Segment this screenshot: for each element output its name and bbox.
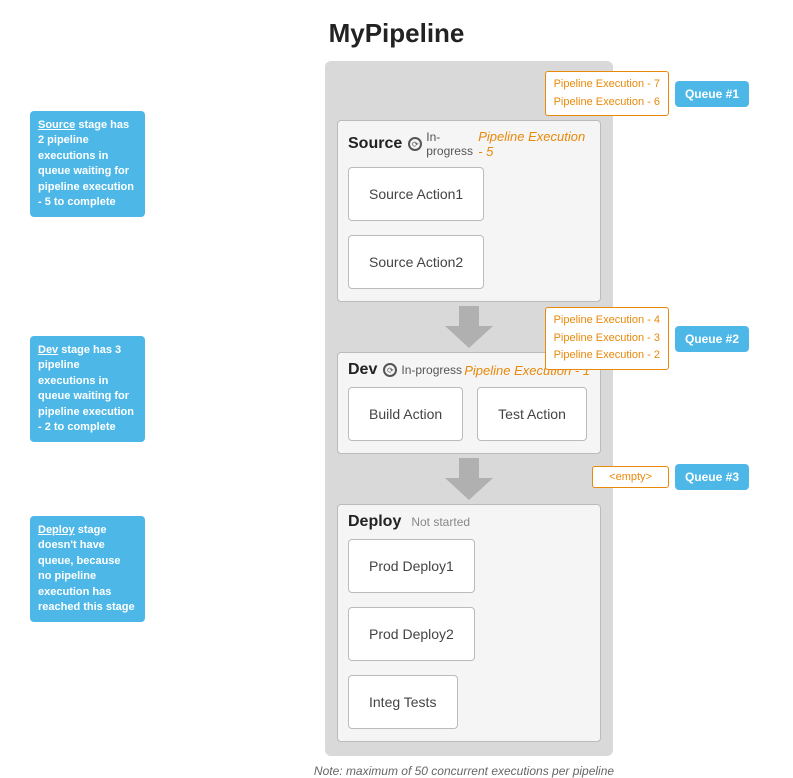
arrow1-head (445, 326, 493, 348)
arrow2-shaft (459, 458, 479, 478)
dev-annotation-text: stage has 3 pipeline executions in queue… (38, 344, 134, 433)
dev-stage-status: ⟳ In-progress (383, 363, 462, 377)
queue2-executions: Pipeline Execution - 4 Pipeline Executio… (545, 307, 669, 370)
dev-stage-name: Dev (348, 361, 377, 379)
note-text: Note: maximum of 50 concurrent execution… (155, 764, 773, 778)
dev-actions-row: Build Action Test Action (348, 387, 590, 441)
arrow1-shaft (459, 306, 479, 326)
source-actions-row: Source Action1 Source Action2 (348, 167, 590, 289)
source-annotation: Source stage has 2 pipeline executions i… (30, 111, 145, 217)
source-stage-name: Source (348, 135, 402, 153)
source-stage-execution: Pipeline Execution - 5 (478, 129, 590, 159)
source-stage-status: ⟳ In-progress (408, 130, 478, 158)
source-status-icon: ⟳ (408, 137, 422, 151)
main-container: MyPipeline Source stage has 2 pipeline e… (0, 0, 793, 778)
arrow2-head (445, 478, 493, 500)
queue2-label: Queue #2 (675, 326, 749, 352)
deploy-annotation-bold: Deploy (38, 524, 75, 536)
source-action2: Source Action2 (348, 235, 484, 289)
deploy-annotation: Deploy stage doesn't have queue, because… (30, 516, 145, 622)
pipeline-area: Pipeline Execution - 7 Pipeline Executio… (325, 61, 613, 756)
source-action1: Source Action1 (348, 167, 484, 221)
deploy-annotation-text: stage doesn't have queue, because no pip… (38, 524, 135, 613)
source-stage: Source ⟳ In-progress Pipeline Execution … (337, 120, 601, 302)
deploy-stage: Deploy Not started Prod Deploy1 Prod Dep… (337, 504, 601, 742)
queue3-label: Queue #3 (675, 464, 749, 490)
page-title: MyPipeline (0, 0, 793, 61)
source-annotation-bold: Source (38, 119, 75, 131)
source-stage-header: Source ⟳ In-progress Pipeline Execution … (348, 129, 590, 159)
queue3-executions: <empty> (592, 466, 669, 488)
arrow2 (445, 458, 493, 500)
integ-tests: Integ Tests (348, 675, 458, 729)
build-action: Build Action (348, 387, 463, 441)
test-action: Test Action (477, 387, 587, 441)
dev-annotation: Dev stage has 3 pipeline executions in q… (30, 336, 145, 442)
deploy-actions-row: Prod Deploy1 Prod Deploy2 Integ Tests (348, 539, 590, 729)
prod-deploy1: Prod Deploy1 (348, 539, 475, 593)
queue1-executions: Pipeline Execution - 7 Pipeline Executio… (545, 71, 669, 116)
arrow1 (445, 306, 493, 348)
queue1-label: Queue #1 (675, 81, 749, 107)
deploy-stage-name: Deploy (348, 513, 401, 531)
prod-deploy2: Prod Deploy2 (348, 607, 475, 661)
source-annotation-text: stage has 2 pipeline executions in queue… (38, 119, 134, 208)
deploy-stage-status: Not started (411, 515, 470, 529)
deploy-stage-header: Deploy Not started (348, 513, 590, 531)
dev-status-icon: ⟳ (383, 363, 397, 377)
dev-annotation-bold: Dev (38, 344, 58, 356)
